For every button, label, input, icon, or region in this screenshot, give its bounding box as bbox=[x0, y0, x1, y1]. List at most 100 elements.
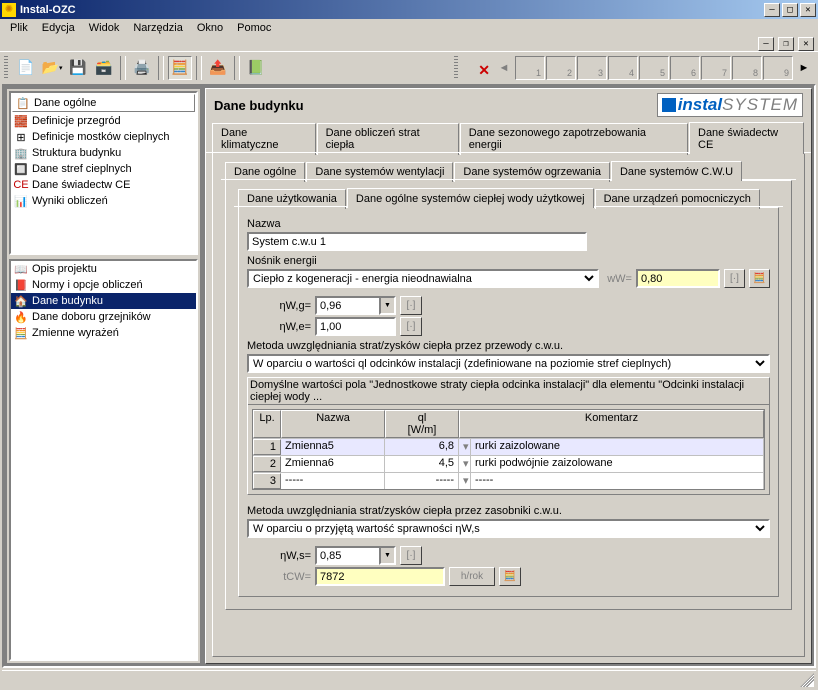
nav-page-7[interactable]: 7 bbox=[701, 56, 731, 80]
label-wW: wW= bbox=[607, 273, 632, 285]
col-lp: Lp. bbox=[253, 410, 281, 438]
print-button[interactable]: 🖨️ bbox=[130, 56, 154, 80]
nav-next[interactable]: ► bbox=[794, 56, 814, 80]
dd-etaWs[interactable] bbox=[379, 546, 396, 565]
category-item[interactable]: 🏢Struktura budynku bbox=[11, 145, 196, 161]
tab[interactable]: Dane ogólne bbox=[225, 162, 305, 182]
minimize-button[interactable]: — bbox=[764, 3, 780, 17]
status-bar bbox=[2, 670, 816, 688]
detail-item[interactable]: 🧮Zmienne wyrażeń bbox=[11, 325, 196, 341]
tabs-level-3: Dane użytkowaniaDane ogólne systemów cie… bbox=[234, 187, 783, 207]
menu-file[interactable]: Plik bbox=[4, 21, 34, 35]
detail-item[interactable]: 🏠Dane budynku bbox=[11, 293, 196, 309]
maximize-button[interactable]: □ bbox=[782, 3, 798, 17]
menu-help[interactable]: Pomoc bbox=[231, 21, 277, 35]
menu-edit[interactable]: Edycja bbox=[36, 21, 81, 35]
input-etaWg[interactable] bbox=[315, 296, 379, 315]
label-etaWs: ηW,s= bbox=[267, 550, 311, 562]
page-title: Dane budynku bbox=[214, 98, 304, 113]
input-etaWs[interactable] bbox=[315, 546, 379, 565]
save-all-button[interactable]: 🗃️ bbox=[92, 56, 116, 80]
label-nosnik: Nośnik energii bbox=[247, 255, 770, 267]
category-item[interactable]: ⊞Definicje mostków cieplnych bbox=[11, 129, 196, 145]
toolbar-grip[interactable] bbox=[4, 56, 8, 80]
detail-item[interactable]: 📖Opis projektu bbox=[11, 261, 196, 277]
tab[interactable]: Dane systemów ogrzewania bbox=[454, 162, 610, 182]
tab[interactable]: Dane ogólne systemów ciepłej wody użytko… bbox=[347, 188, 594, 208]
nav-delete[interactable]: ✕ bbox=[463, 56, 493, 80]
category-item[interactable]: 🧱Definicje przegród bbox=[11, 113, 196, 129]
select-method1[interactable]: W oparciu o wartości ql odcinków instala… bbox=[247, 354, 770, 373]
tab[interactable]: Dane systemów C.W.U bbox=[611, 161, 742, 181]
nav-prev[interactable]: ◄ bbox=[494, 56, 514, 80]
select-nosnik[interactable]: Ciepło z kogeneracji - energia nieodnawi… bbox=[247, 269, 599, 288]
unit-tcw: h/rok bbox=[449, 567, 495, 586]
select-method2[interactable]: W oparciu o przyjętą wartość sprawności … bbox=[247, 519, 770, 538]
new-button[interactable]: 📄 bbox=[14, 56, 38, 80]
group-title: Domyślne wartości pola "Jednostkowe stra… bbox=[248, 378, 769, 405]
nav-page-6[interactable]: 6 bbox=[670, 56, 700, 80]
detail-item[interactable]: 🔥Dane doboru grzejników bbox=[11, 309, 196, 325]
category-list[interactable]: 📋Dane ogólne🧱Definicje przegród⊞Definicj… bbox=[9, 91, 198, 255]
brand-logo: instalSYSTEM bbox=[657, 93, 803, 117]
main-menu: Plik Edycja Widok Narzędzia Okno Pomoc bbox=[0, 19, 818, 37]
mdi-minimize-button[interactable]: — bbox=[758, 37, 774, 51]
input-nazwa[interactable] bbox=[247, 232, 587, 251]
btn-wW-calc[interactable]: 🧮 bbox=[749, 269, 770, 288]
table-row[interactable]: 2Zmienna64,5▾rurki podwójnie zaizolowane bbox=[253, 455, 764, 472]
nav-page-2[interactable]: 2 bbox=[546, 56, 576, 80]
tab[interactable]: Dane sezonowego zapotrzebowania energii bbox=[460, 123, 688, 155]
nav-grip[interactable] bbox=[454, 56, 458, 80]
category-item[interactable]: CEDane świadectw CE bbox=[11, 177, 196, 193]
defaults-table[interactable]: Lp. Nazwa ql[W/m] Komentarz 1Zmienna56,8… bbox=[252, 409, 765, 490]
nav-page-4[interactable]: 4 bbox=[608, 56, 638, 80]
menu-tools[interactable]: Narzędzia bbox=[127, 21, 189, 35]
menu-window[interactable]: Okno bbox=[191, 21, 229, 35]
detail-list[interactable]: 📖Opis projektu📕Normy i opcje obliczeń🏠Da… bbox=[9, 259, 198, 661]
detail-item[interactable]: 📕Normy i opcje obliczeń bbox=[11, 277, 196, 293]
tab[interactable]: Dane klimatyczne bbox=[212, 123, 316, 155]
table-row[interactable]: 3----------▾----- bbox=[253, 472, 764, 489]
tab[interactable]: Dane obliczeń strat ciepła bbox=[317, 123, 459, 155]
tab[interactable]: Dane systemów wentylacji bbox=[306, 162, 453, 182]
menu-view[interactable]: Widok bbox=[83, 21, 126, 35]
app-icon: ✺ bbox=[2, 3, 16, 17]
open-button[interactable]: 📂▾ bbox=[40, 56, 64, 80]
btn-tcw-calc[interactable]: 🧮 bbox=[499, 567, 521, 586]
help-button[interactable]: 📗 bbox=[244, 56, 268, 80]
btn-etaWe-clear[interactable]: [·] bbox=[400, 317, 422, 336]
input-wW[interactable] bbox=[636, 269, 720, 288]
save-button[interactable]: 💾 bbox=[66, 56, 90, 80]
tab[interactable]: Dane urządzeń pomocniczych bbox=[595, 189, 760, 209]
nav-page-9[interactable]: 9 bbox=[763, 56, 793, 80]
table-row[interactable]: 1Zmienna56,8▾rurki zaizolowane bbox=[253, 438, 764, 455]
nav-page-1[interactable]: 1 bbox=[515, 56, 545, 80]
dd-etaWg[interactable] bbox=[379, 296, 396, 315]
category-item[interactable]: 📊Wyniki obliczeń bbox=[11, 193, 196, 209]
label-method2: Metoda uwzględniania strat/zysków ciepła… bbox=[247, 505, 770, 517]
close-button[interactable]: ✕ bbox=[800, 3, 816, 17]
nav-page-8[interactable]: 8 bbox=[732, 56, 762, 80]
col-nazwa: Nazwa bbox=[281, 410, 385, 438]
col-komentarz: Komentarz bbox=[459, 410, 764, 438]
resize-grip[interactable] bbox=[800, 673, 814, 687]
mdi-close-button[interactable]: ✕ bbox=[798, 37, 814, 51]
main-panel: Dane budynku instalSYSTEM Dane klimatycz… bbox=[205, 88, 812, 664]
btn-wW-clear[interactable]: [·] bbox=[724, 269, 745, 288]
label-tcw: tCW= bbox=[267, 571, 311, 583]
category-item[interactable]: 📋Dane ogólne bbox=[12, 94, 195, 112]
btn-etaWs-clear[interactable]: [·] bbox=[400, 546, 422, 565]
tab[interactable]: Dane świadectw CE bbox=[689, 122, 804, 154]
nav-page-5[interactable]: 5 bbox=[639, 56, 669, 80]
nav-page-3[interactable]: 3 bbox=[577, 56, 607, 80]
category-item[interactable]: 🔲Dane stref cieplnych bbox=[11, 161, 196, 177]
export-button[interactable]: 📤 bbox=[206, 56, 230, 80]
mdi-restore-button[interactable]: ❐ bbox=[778, 37, 794, 51]
calc-button[interactable]: 🧮 bbox=[168, 56, 192, 80]
label-nazwa: Nazwa bbox=[247, 218, 770, 230]
tab[interactable]: Dane użytkowania bbox=[238, 189, 346, 209]
input-etaWe[interactable] bbox=[315, 317, 396, 336]
input-tcw[interactable] bbox=[315, 567, 445, 586]
side-pane: 📋Dane ogólne🧱Definicje przegród⊞Definicj… bbox=[6, 88, 201, 664]
btn-etaWg-clear[interactable]: [·] bbox=[400, 296, 422, 315]
